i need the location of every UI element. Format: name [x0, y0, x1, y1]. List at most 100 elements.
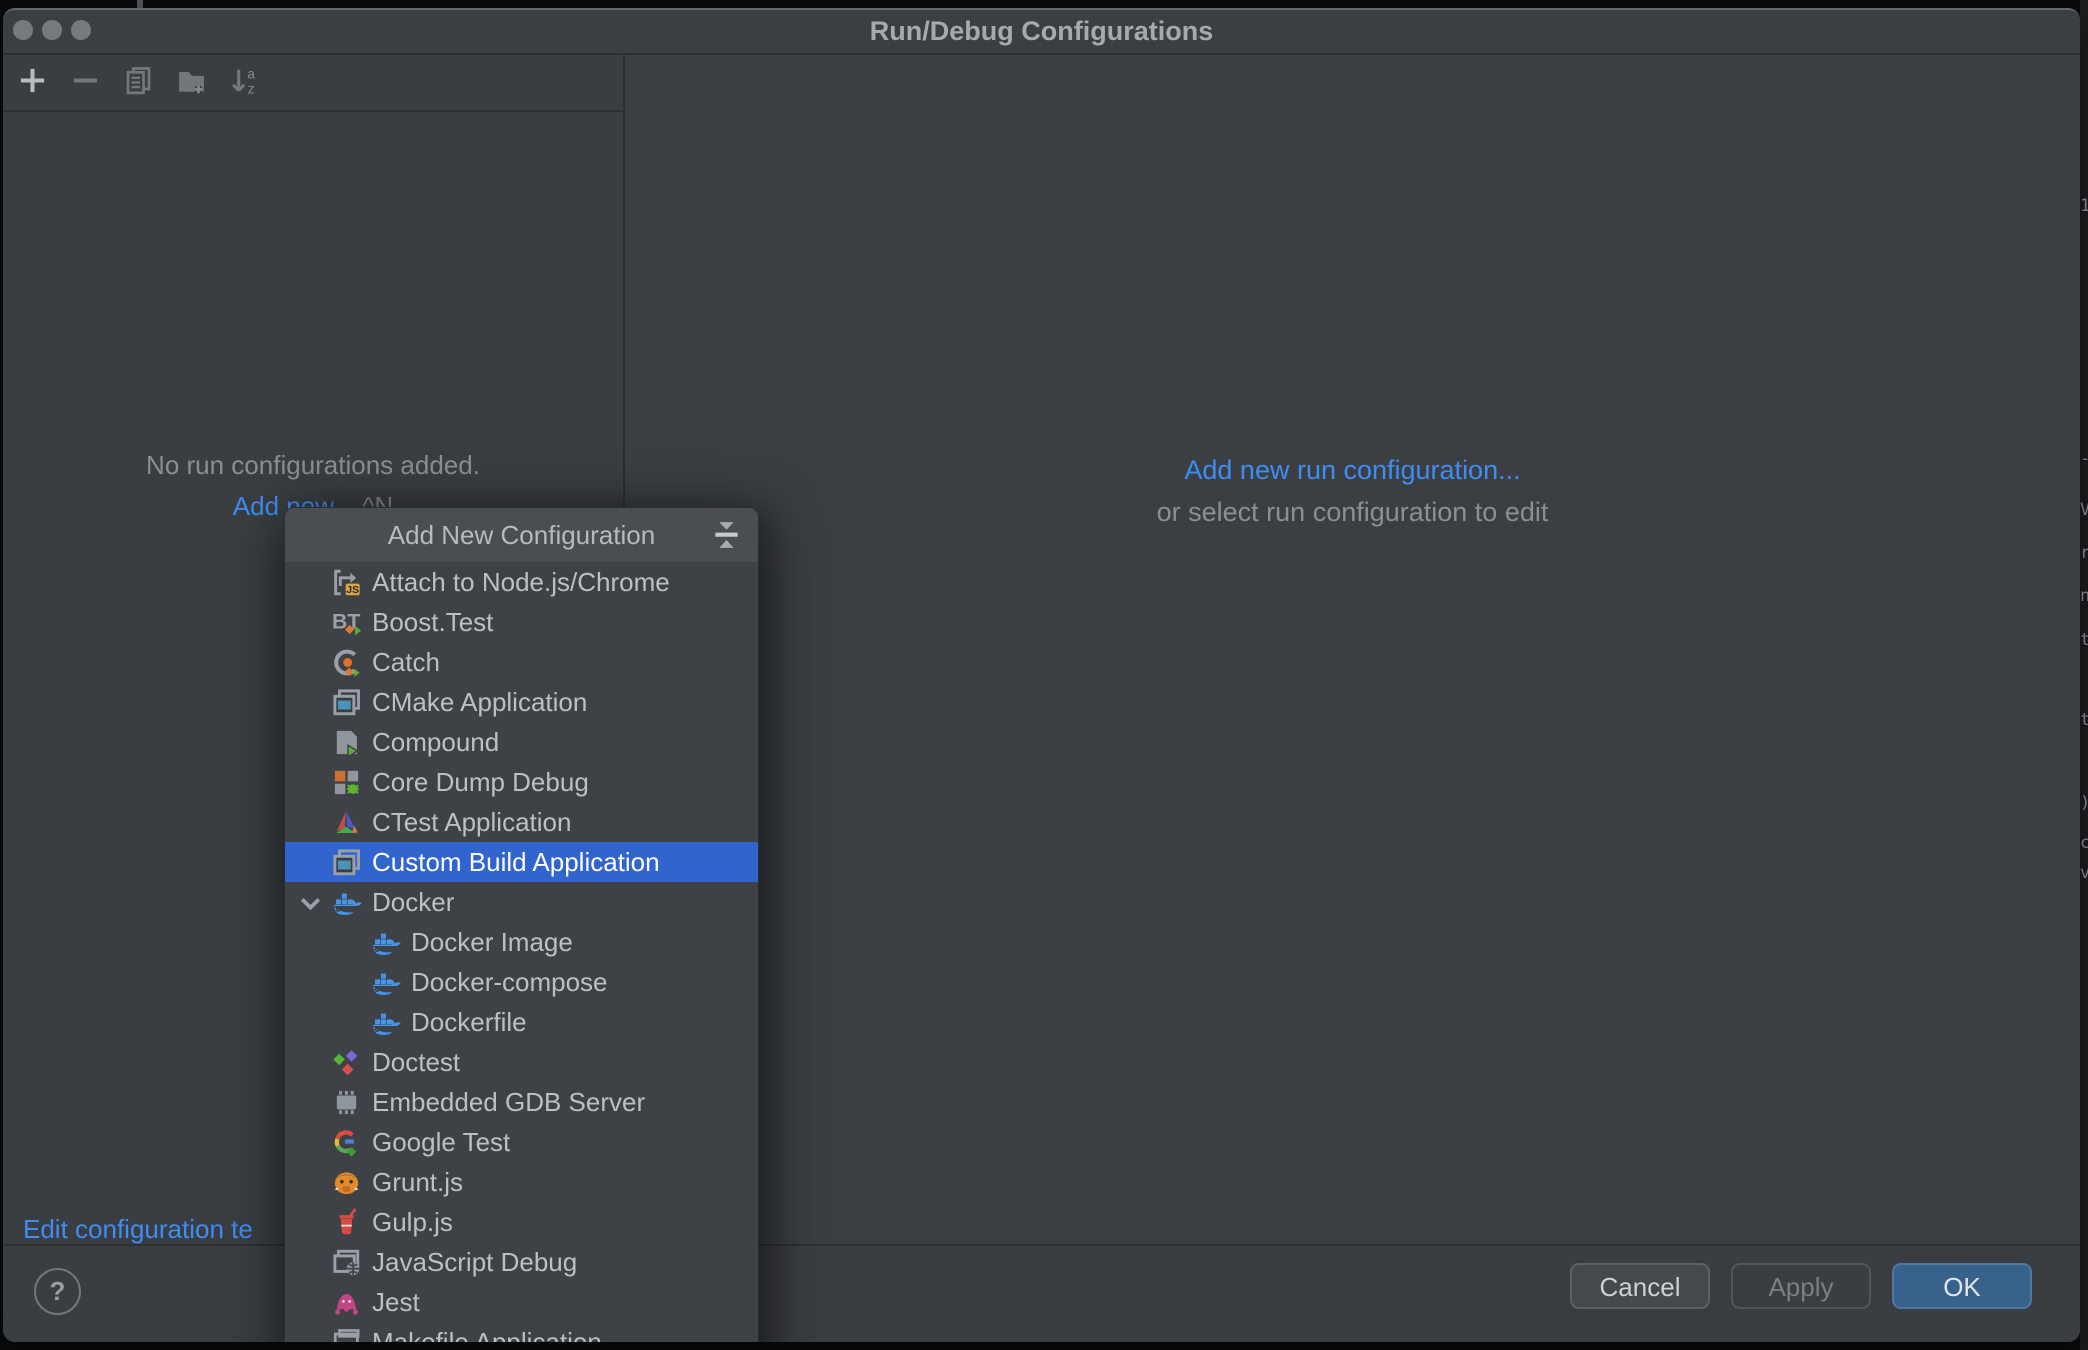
config-type-catch[interactable]: Catch: [285, 642, 758, 682]
sort-alphabetically-icon: a z: [229, 65, 260, 101]
add-new-configuration-popup: Add New Configuration JS Attach to Node.j…: [284, 507, 759, 1342]
config-type-label: Compound: [372, 727, 499, 758]
config-type-docker-image[interactable]: Docker Image: [285, 922, 758, 962]
google-test-icon: [331, 1127, 362, 1158]
remove-icon: [70, 65, 101, 101]
toolbar-sort-alphabetically-button[interactable]: a z: [228, 67, 260, 99]
catch-icon: [331, 647, 362, 678]
minimize-window-button[interactable]: [42, 20, 62, 40]
boost-test-icon: BT: [331, 607, 362, 638]
background-code-glyph: v: [2080, 863, 2088, 883]
config-type-grunt-js[interactable]: Grunt.js: [285, 1162, 758, 1202]
configurations-toolbar: a z: [3, 55, 623, 112]
toolbar-remove-button[interactable]: [69, 67, 101, 99]
background-code-glyph: -: [2080, 449, 2088, 469]
ok-button[interactable]: OK: [1892, 1263, 2032, 1309]
config-type-docker-compose[interactable]: Docker-compose: [285, 962, 758, 1002]
edit-configuration-templates-link[interactable]: Edit configuration te: [23, 1214, 253, 1245]
help-button[interactable]: ?: [34, 1268, 81, 1315]
zoom-window-button[interactable]: [71, 20, 91, 40]
background-code-glyph: 1: [2080, 196, 2088, 216]
background-code-glyph: c: [2080, 833, 2088, 853]
background-window-edge: [137, 0, 143, 8]
config-type-label: Catch: [372, 647, 440, 678]
background-code-glyph: t: [2080, 710, 2088, 730]
config-type-label: Docker Image: [411, 927, 573, 958]
config-type-dockerfile[interactable]: Dockerfile: [285, 1002, 758, 1042]
svg-text:a: a: [247, 67, 255, 82]
attach-node-icon: JS: [331, 567, 362, 598]
config-type-label: Docker: [372, 887, 454, 918]
config-type-docker[interactable]: Docker: [285, 882, 758, 922]
background-code-glyph: ): [2080, 793, 2088, 813]
config-type-ctest-application[interactable]: CTest Application: [285, 802, 758, 842]
apply-button[interactable]: Apply: [1731, 1263, 1871, 1309]
gulp-icon: [331, 1207, 362, 1238]
config-type-label: JavaScript Debug: [372, 1247, 577, 1278]
config-type-core-dump-debug[interactable]: Core Dump Debug: [285, 762, 758, 802]
config-type-compound[interactable]: Compound: [285, 722, 758, 762]
config-type-label: Jest: [372, 1287, 420, 1318]
doctest-icon: [331, 1047, 362, 1078]
svg-text:JS: JS: [346, 584, 359, 595]
toolbar-new-folder-button[interactable]: [175, 67, 207, 99]
docker-icon: [370, 1007, 401, 1038]
close-window-button[interactable]: [13, 20, 33, 40]
window-controls: [13, 20, 91, 40]
config-type-label: Docker-compose: [411, 967, 608, 998]
empty-state-message: No run configurations added.: [3, 450, 623, 480]
config-type-label: Attach to Node.js/Chrome: [372, 567, 670, 598]
toolbar-add-button[interactable]: [16, 67, 48, 99]
cancel-button[interactable]: Cancel: [1570, 1263, 1710, 1309]
config-type-makefile-application[interactable]: M Makefile Application: [285, 1322, 758, 1342]
configuration-details-panel: Add new run configuration... or select r…: [625, 55, 2080, 1246]
docker-icon: [370, 967, 401, 998]
config-type-cmake-application[interactable]: CMake Application: [285, 682, 758, 722]
config-type-label: Custom Build Application: [372, 847, 660, 878]
collapse-icon[interactable]: [710, 519, 743, 557]
docker-icon: [370, 927, 401, 958]
makefile-app-icon: M: [331, 1327, 362, 1343]
titlebar: Run/Debug Configurations: [3, 10, 2080, 55]
config-type-google-test[interactable]: Google Test: [285, 1122, 758, 1162]
config-type-doctest[interactable]: Doctest: [285, 1042, 758, 1082]
config-type-javascript-debug[interactable]: JavaScript Debug: [285, 1242, 758, 1282]
screen: 1 - Vr n t t) cv Run/Debug Configurations a z …: [0, 0, 2088, 1350]
jest-icon: [331, 1287, 362, 1318]
toolbar-copy-button[interactable]: [122, 67, 154, 99]
grunt-icon: [331, 1167, 362, 1198]
background-code-glyph: r: [2080, 543, 2088, 563]
config-type-gulp-js[interactable]: Gulp.js: [285, 1202, 758, 1242]
config-type-label: Grunt.js: [372, 1167, 463, 1198]
background-code-glyph: n: [2080, 586, 2088, 606]
svg-text:z: z: [247, 81, 254, 96]
docker-icon: [331, 887, 362, 918]
js-debug-icon: [331, 1247, 362, 1278]
config-type-jest[interactable]: Jest: [285, 1282, 758, 1322]
config-type-label: Doctest: [372, 1047, 460, 1078]
config-type-label: Gulp.js: [372, 1207, 453, 1238]
config-type-label: Boost.Test: [372, 607, 493, 638]
config-type-label: Core Dump Debug: [372, 767, 589, 798]
config-type-boost-test[interactable]: BT Boost.Test: [285, 602, 758, 642]
config-type-embedded-gdb-server[interactable]: Embedded GDB Server: [285, 1082, 758, 1122]
add-icon: [17, 65, 48, 101]
config-type-label: Google Test: [372, 1127, 510, 1158]
config-type-attach-to-node-js-chrome[interactable]: JS Attach to Node.js/Chrome: [285, 562, 758, 602]
cmake-app-icon: [331, 847, 362, 878]
add-new-run-configuration-link[interactable]: Add new run configuration...: [1184, 455, 1520, 485]
config-type-label: Makefile Application: [372, 1327, 602, 1343]
background-code-glyph: t: [2080, 630, 2088, 650]
config-type-label: CMake Application: [372, 687, 587, 718]
config-type-label: Embedded GDB Server: [372, 1087, 645, 1118]
run-debug-configurations-dialog: Run/Debug Configurations a z No run conf…: [3, 8, 2080, 1342]
copy-icon: [123, 65, 154, 101]
dialog-title: Run/Debug Configurations: [3, 10, 2080, 53]
config-type-label: CTest Application: [372, 807, 571, 838]
ctest-icon: [331, 807, 362, 838]
background-code-glyph: V: [2080, 500, 2088, 520]
popup-header: Add New Configuration: [285, 508, 758, 562]
popup-title: Add New Configuration: [285, 508, 758, 562]
chevron-down-icon[interactable]: [294, 887, 327, 927]
config-type-custom-build-application[interactable]: Custom Build Application: [285, 842, 758, 882]
